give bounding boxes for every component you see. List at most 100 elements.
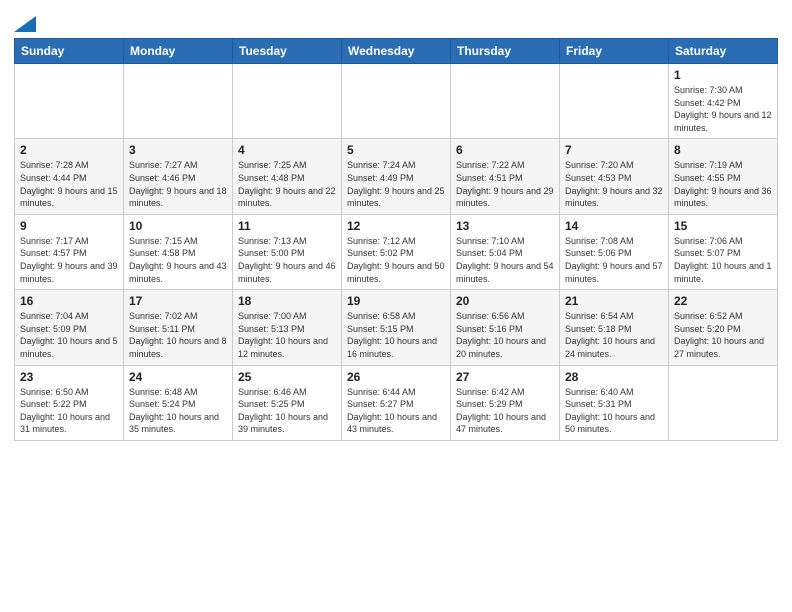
- calendar-cell: 25Sunrise: 6:46 AM Sunset: 5:25 PM Dayli…: [233, 365, 342, 440]
- calendar-cell: [15, 64, 124, 139]
- day-number: 5: [347, 143, 445, 157]
- day-number: 27: [456, 370, 554, 384]
- logo-icon: [14, 14, 36, 32]
- calendar-cell: 8 Sunrise: 7:19 AM Sunset: 4:55 PM Daylig…: [669, 139, 778, 214]
- day-detail: Sunrise: 7:10 AM Sunset: 5:04 PM Dayligh…: [456, 235, 554, 285]
- day-detail: Sunrise: 7:27 AM Sunset: 4:46 PM Dayligh…: [129, 159, 227, 209]
- calendar-cell: 27 Sunrise: 6:42 AM Sunset: 5:29 PM Dayli…: [451, 365, 560, 440]
- day-number: 8: [674, 143, 772, 157]
- day-number: 7: [565, 143, 663, 157]
- day-detail: Sunrise: 7:20 AM Sunset: 4:53 PM Dayligh…: [565, 159, 663, 209]
- day-number: 19: [347, 294, 445, 308]
- calendar-cell: 7 Sunrise: 7:20 AM Sunset: 4:53 PM Daylig…: [560, 139, 669, 214]
- weekday-friday: Friday: [560, 39, 669, 64]
- day-number: 20: [456, 294, 554, 308]
- day-number: 15: [674, 219, 772, 233]
- day-detail: Sunrise: 7:24 AM Sunset: 4:49 PM Dayligh…: [347, 159, 445, 209]
- day-number: 1: [674, 68, 772, 82]
- calendar-cell: 16 Sunrise: 7:04 AM Sunset: 5:09 PM Dayli…: [15, 290, 124, 365]
- day-number: 28: [565, 370, 663, 384]
- day-detail: Sunrise: 7:19 AM Sunset: 4:55 PM Dayligh…: [674, 159, 772, 209]
- week-row-5: 23 Sunrise: 6:50 AM Sunset: 5:22 PM Dayli…: [15, 365, 778, 440]
- day-detail: Sunrise: 7:02 AM Sunset: 5:11 PM Dayligh…: [129, 310, 227, 360]
- calendar-table: SundayMondayTuesdayWednesdayThursdayFrid…: [14, 38, 778, 441]
- page: SundayMondayTuesdayWednesdayThursdayFrid…: [0, 0, 792, 612]
- calendar-cell: [560, 64, 669, 139]
- day-detail: Sunrise: 6:44 AM Sunset: 5:27 PM Dayligh…: [347, 386, 445, 436]
- day-number: 6: [456, 143, 554, 157]
- calendar-cell: 21Sunrise: 6:54 AM Sunset: 5:18 PM Dayli…: [560, 290, 669, 365]
- day-number: 16: [20, 294, 118, 308]
- day-number: 18: [238, 294, 336, 308]
- calendar-cell: [233, 64, 342, 139]
- day-number: 14: [565, 219, 663, 233]
- weekday-monday: Monday: [124, 39, 233, 64]
- calendar-cell: [669, 365, 778, 440]
- calendar-cell: 2 Sunrise: 7:28 AM Sunset: 4:44 PM Daylig…: [15, 139, 124, 214]
- week-row-4: 16 Sunrise: 7:04 AM Sunset: 5:09 PM Dayli…: [15, 290, 778, 365]
- calendar-cell: 5 Sunrise: 7:24 AM Sunset: 4:49 PM Daylig…: [342, 139, 451, 214]
- day-number: 11: [238, 219, 336, 233]
- day-detail: Sunrise: 7:22 AM Sunset: 4:51 PM Dayligh…: [456, 159, 554, 209]
- day-number: 12: [347, 219, 445, 233]
- day-detail: Sunrise: 6:56 AM Sunset: 5:16 PM Dayligh…: [456, 310, 554, 360]
- calendar-cell: 10 Sunrise: 7:15 AM Sunset: 4:58 PM Dayli…: [124, 214, 233, 289]
- day-number: 24: [129, 370, 227, 384]
- week-row-3: 9 Sunrise: 7:17 AM Sunset: 4:57 PM Daylig…: [15, 214, 778, 289]
- day-number: 4: [238, 143, 336, 157]
- calendar-cell: 4 Sunrise: 7:25 AM Sunset: 4:48 PM Daylig…: [233, 139, 342, 214]
- day-detail: Sunrise: 7:04 AM Sunset: 5:09 PM Dayligh…: [20, 310, 118, 360]
- calendar-cell: [451, 64, 560, 139]
- day-detail: Sunrise: 7:06 AM Sunset: 5:07 PM Dayligh…: [674, 235, 772, 285]
- day-detail: Sunrise: 6:50 AM Sunset: 5:22 PM Dayligh…: [20, 386, 118, 436]
- calendar-cell: 22 Sunrise: 6:52 AM Sunset: 5:20 PM Dayli…: [669, 290, 778, 365]
- calendar-cell: 20 Sunrise: 6:56 AM Sunset: 5:16 PM Dayli…: [451, 290, 560, 365]
- day-detail: Sunrise: 7:00 AM Sunset: 5:13 PM Dayligh…: [238, 310, 336, 360]
- day-number: 3: [129, 143, 227, 157]
- calendar-cell: 28 Sunrise: 6:40 AM Sunset: 5:31 PM Dayli…: [560, 365, 669, 440]
- weekday-header-row: SundayMondayTuesdayWednesdayThursdayFrid…: [15, 39, 778, 64]
- day-detail: Sunrise: 7:30 AM Sunset: 4:42 PM Dayligh…: [674, 84, 772, 134]
- day-number: 9: [20, 219, 118, 233]
- day-detail: Sunrise: 7:17 AM Sunset: 4:57 PM Dayligh…: [20, 235, 118, 285]
- weekday-tuesday: Tuesday: [233, 39, 342, 64]
- day-number: 10: [129, 219, 227, 233]
- logo: [14, 16, 36, 32]
- day-detail: Sunrise: 7:12 AM Sunset: 5:02 PM Dayligh…: [347, 235, 445, 285]
- calendar-cell: 14 Sunrise: 7:08 AM Sunset: 5:06 PM Dayli…: [560, 214, 669, 289]
- day-detail: Sunrise: 6:42 AM Sunset: 5:29 PM Dayligh…: [456, 386, 554, 436]
- weekday-wednesday: Wednesday: [342, 39, 451, 64]
- day-detail: Sunrise: 6:40 AM Sunset: 5:31 PM Dayligh…: [565, 386, 663, 436]
- day-detail: Sunrise: 6:58 AM Sunset: 5:15 PM Dayligh…: [347, 310, 445, 360]
- day-number: 25: [238, 370, 336, 384]
- day-detail: Sunrise: 7:13 AM Sunset: 5:00 PM Dayligh…: [238, 235, 336, 285]
- day-number: 21: [565, 294, 663, 308]
- calendar-cell: 23 Sunrise: 6:50 AM Sunset: 5:22 PM Dayli…: [15, 365, 124, 440]
- week-row-2: 2 Sunrise: 7:28 AM Sunset: 4:44 PM Daylig…: [15, 139, 778, 214]
- day-number: 17: [129, 294, 227, 308]
- calendar-cell: 3 Sunrise: 7:27 AM Sunset: 4:46 PM Daylig…: [124, 139, 233, 214]
- day-number: 23: [20, 370, 118, 384]
- day-detail: Sunrise: 7:08 AM Sunset: 5:06 PM Dayligh…: [565, 235, 663, 285]
- day-number: 2: [20, 143, 118, 157]
- calendar-cell: 17 Sunrise: 7:02 AM Sunset: 5:11 PM Dayli…: [124, 290, 233, 365]
- day-detail: Sunrise: 7:28 AM Sunset: 4:44 PM Dayligh…: [20, 159, 118, 209]
- calendar-cell: 26Sunrise: 6:44 AM Sunset: 5:27 PM Dayli…: [342, 365, 451, 440]
- day-detail: Sunrise: 6:52 AM Sunset: 5:20 PM Dayligh…: [674, 310, 772, 360]
- day-detail: Sunrise: 7:25 AM Sunset: 4:48 PM Dayligh…: [238, 159, 336, 209]
- weekday-thursday: Thursday: [451, 39, 560, 64]
- day-detail: Sunrise: 6:48 AM Sunset: 5:24 PM Dayligh…: [129, 386, 227, 436]
- header: [14, 10, 778, 32]
- calendar-cell: [342, 64, 451, 139]
- calendar-cell: 6 Sunrise: 7:22 AM Sunset: 4:51 PM Daylig…: [451, 139, 560, 214]
- day-detail: Sunrise: 7:15 AM Sunset: 4:58 PM Dayligh…: [129, 235, 227, 285]
- week-row-1: 1 Sunrise: 7:30 AM Sunset: 4:42 PM Daylig…: [15, 64, 778, 139]
- weekday-saturday: Saturday: [669, 39, 778, 64]
- calendar-cell: 18 Sunrise: 7:00 AM Sunset: 5:13 PM Dayli…: [233, 290, 342, 365]
- calendar-cell: 24 Sunrise: 6:48 AM Sunset: 5:24 PM Dayli…: [124, 365, 233, 440]
- calendar-cell: 13 Sunrise: 7:10 AM Sunset: 5:04 PM Dayli…: [451, 214, 560, 289]
- day-number: 22: [674, 294, 772, 308]
- calendar-cell: [124, 64, 233, 139]
- day-number: 13: [456, 219, 554, 233]
- calendar-cell: 19 Sunrise: 6:58 AM Sunset: 5:15 PM Dayli…: [342, 290, 451, 365]
